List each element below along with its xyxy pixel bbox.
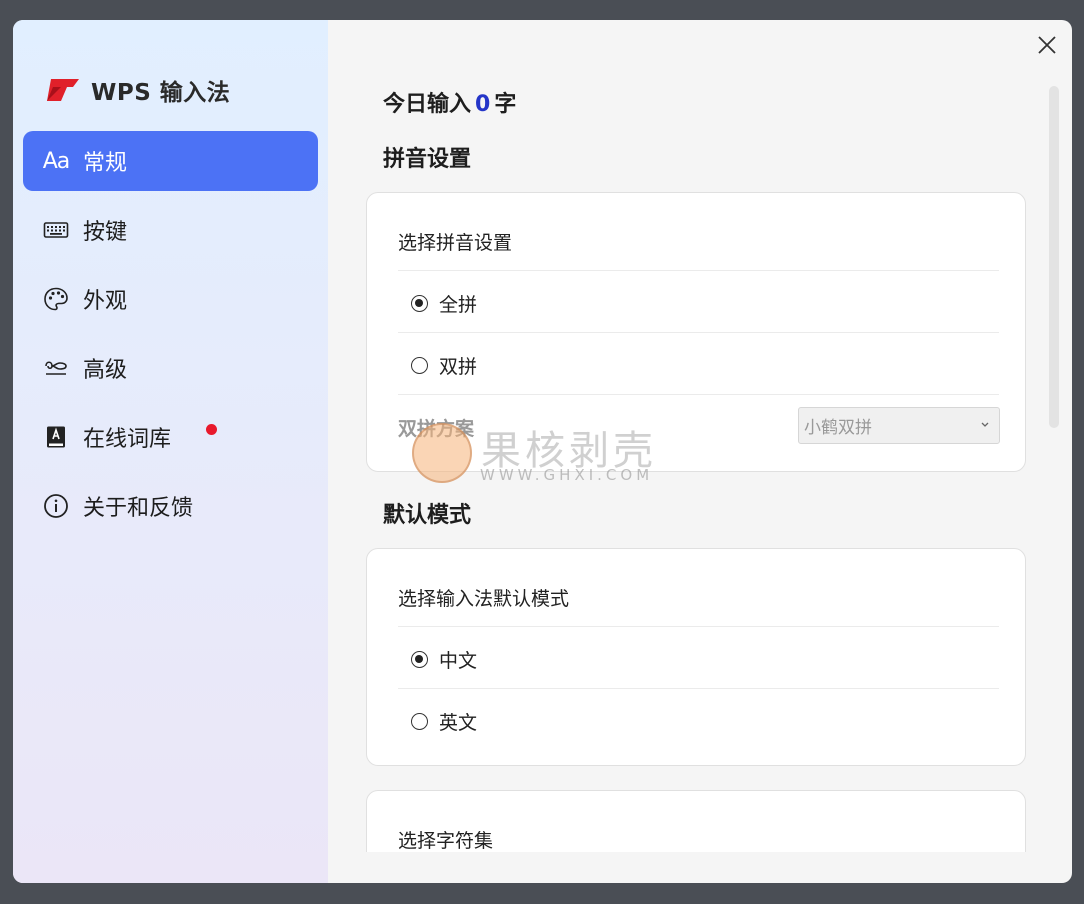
- section-title-pinyin: 拼音设置: [383, 147, 472, 172]
- sidebar-nav: Aa 常规 按键 外观 高级 在线词库 关于和反馈: [23, 131, 318, 545]
- sidebar-item-label: 常规: [83, 151, 128, 176]
- default-mode-card: 选择输入法默认模式 中文 英文: [366, 548, 1026, 766]
- double-pinyin-scheme-label: 双拼方案: [398, 418, 475, 440]
- pinyin-settings-card: 选择拼音设置 全拼 双拼 双拼方案 小鹤双拼: [366, 192, 1026, 472]
- radio-label: 全拼: [439, 294, 478, 316]
- radio-label: 双拼: [439, 356, 478, 378]
- divider: [398, 270, 999, 271]
- info-icon: [41, 491, 71, 521]
- divider: [398, 688, 999, 689]
- card-title: 选择拼音设置: [398, 232, 513, 254]
- radio-label: 英文: [439, 712, 478, 734]
- radio-checked-icon: [411, 295, 428, 312]
- sidebar-item-label: 在线词库: [83, 427, 172, 452]
- sidebar-item-appearance[interactable]: 外观: [23, 269, 318, 329]
- sidebar-item-label: 关于和反馈: [83, 496, 194, 521]
- advanced-icon: [41, 353, 71, 383]
- today-prefix: 今日输入: [383, 92, 472, 117]
- double-pinyin-scheme-select[interactable]: 小鹤双拼: [798, 407, 1000, 444]
- radio-chinese[interactable]: 中文: [411, 646, 477, 673]
- card-title: 选择输入法默认模式: [398, 588, 570, 610]
- charset-card: 选择字符集: [366, 790, 1026, 852]
- divider: [398, 394, 999, 395]
- sidebar-item-advanced[interactable]: 高级: [23, 338, 318, 398]
- sidebar: WPS 输入法 Aa 常规 按键 外观 高级 在线词库 关于和反馈: [13, 20, 328, 883]
- radio-unchecked-icon: [411, 713, 428, 730]
- divider: [398, 332, 999, 333]
- today-input-count: 今日输入 0 字: [383, 86, 516, 118]
- scrollbar[interactable]: [1049, 86, 1059, 428]
- wps-logo-icon: [47, 79, 79, 101]
- settings-window: WPS 输入法 Aa 常规 按键 外观 高级 在线词库 关于和反馈 今日输入 0…: [13, 20, 1072, 883]
- radio-double-pinyin[interactable]: 双拼: [411, 352, 477, 379]
- radio-full-pinyin[interactable]: 全拼: [411, 290, 477, 317]
- sidebar-item-label: 高级: [83, 358, 128, 383]
- sidebar-item-about[interactable]: 关于和反馈: [23, 476, 318, 536]
- notification-badge: [206, 424, 217, 435]
- radio-label: 中文: [439, 650, 478, 672]
- sidebar-item-keys[interactable]: 按键: [23, 200, 318, 260]
- sidebar-item-label: 外观: [83, 289, 128, 314]
- sidebar-item-general[interactable]: Aa 常规: [23, 131, 318, 191]
- radio-checked-icon: [411, 651, 428, 668]
- font-aa-icon: Aa: [42, 148, 71, 174]
- keyboard-icon: [41, 215, 71, 245]
- sidebar-item-online-dictionary[interactable]: 在线词库: [23, 407, 318, 467]
- app-logo: WPS 输入法: [43, 73, 230, 107]
- today-suffix: 字: [494, 92, 517, 117]
- section-title-default-mode: 默认模式: [383, 503, 472, 528]
- divider: [398, 626, 999, 627]
- radio-unchecked-icon: [411, 357, 428, 374]
- today-count-value: 0: [475, 92, 491, 117]
- sidebar-item-label: 按键: [83, 220, 128, 245]
- radio-english[interactable]: 英文: [411, 708, 477, 735]
- card-title: 选择字符集: [398, 830, 494, 852]
- app-title: WPS 输入法: [91, 80, 231, 106]
- dictionary-icon: [41, 422, 71, 452]
- select-value: 小鹤双拼: [804, 418, 872, 438]
- settings-content: 今日输入 0 字 拼音设置 选择拼音设置 全拼 双拼 双拼方案 小鹤双拼 默认模式: [328, 20, 1072, 852]
- palette-icon: [41, 284, 71, 314]
- chevron-down-icon: [981, 422, 989, 427]
